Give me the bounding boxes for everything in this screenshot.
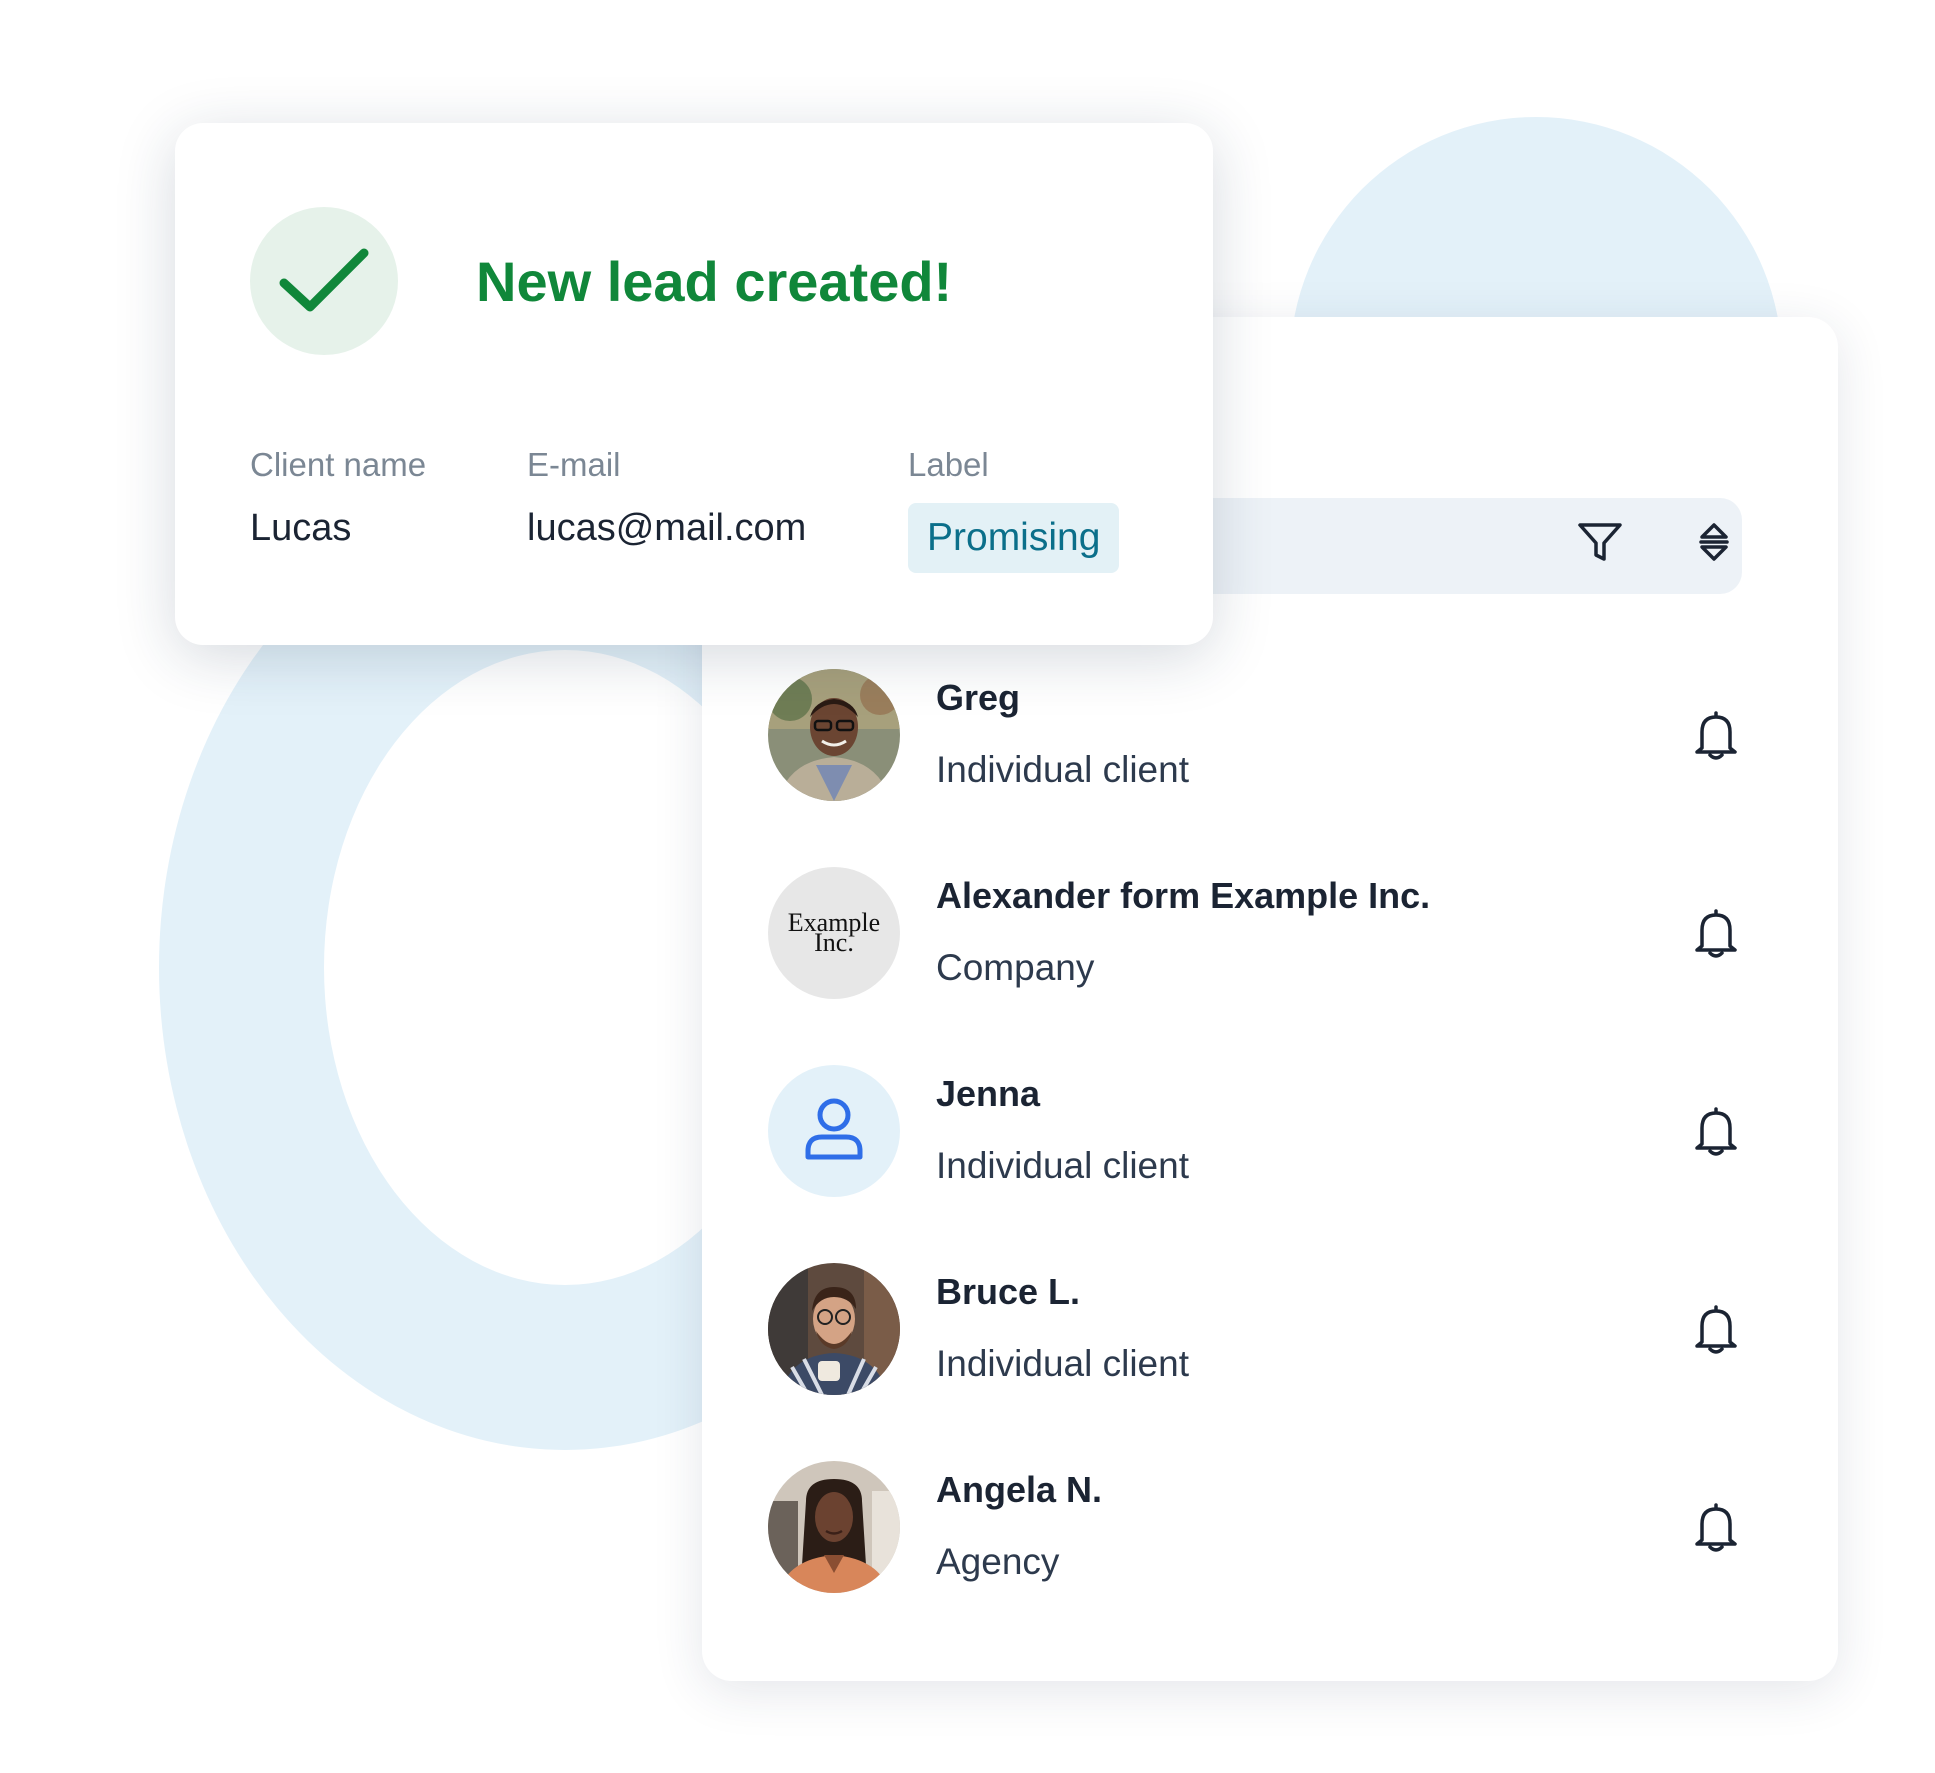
avatar (768, 1461, 900, 1593)
notification-title: New lead created! (476, 250, 953, 313)
contact-name: Greg (936, 677, 1021, 718)
contact-name: Jenna (936, 1073, 1041, 1114)
email-value: lucas@mail.com (527, 507, 807, 549)
label-chip: Promising (908, 503, 1120, 573)
email-label: E-mail (527, 446, 621, 483)
logo-text-line-2: Inc. (814, 928, 854, 957)
person-icon-avatar (768, 1065, 900, 1197)
contact-name: Bruce L. (936, 1271, 1081, 1312)
contact-type: Agency (936, 1541, 1060, 1582)
bell-icon[interactable] (1686, 1299, 1746, 1359)
label-label: Label (908, 446, 989, 483)
avatar (768, 669, 900, 801)
bell-icon[interactable] (1686, 903, 1746, 963)
list-item[interactable]: Angela N. Agency (768, 1461, 1778, 1659)
bell-icon[interactable] (1686, 705, 1746, 765)
contact-name: Angela N. (936, 1469, 1103, 1510)
list-item[interactable]: Jenna Individual client (768, 1065, 1778, 1263)
bell-icon[interactable] (1686, 1101, 1746, 1161)
company-logo-avatar: Example Inc. (768, 867, 900, 999)
bell-icon[interactable] (1686, 1497, 1746, 1557)
list-item[interactable]: Example Inc. Alexander form Example Inc.… (768, 867, 1778, 1065)
contact-type: Individual client (936, 1145, 1189, 1186)
contact-type: Individual client (936, 749, 1189, 790)
list-item[interactable]: Bruce L. Individual client (768, 1263, 1778, 1461)
client-name-value: Lucas (250, 507, 352, 549)
contact-list: Greg Individual client Example Inc. Alex… (768, 669, 1778, 1659)
contact-type: Company (936, 947, 1095, 988)
new-lead-notification: New lead created! Client name Lucas E-ma… (175, 123, 1213, 645)
list-item[interactable]: Greg Individual client (768, 669, 1778, 867)
contact-name: Alexander form Example Inc. (936, 875, 1431, 916)
filter-icon[interactable] (1572, 514, 1628, 570)
avatar (768, 1263, 900, 1395)
client-name-label: Client name (250, 446, 427, 483)
contact-type: Individual client (936, 1343, 1189, 1384)
sort-icon[interactable] (1686, 514, 1742, 570)
check-icon (250, 207, 398, 355)
